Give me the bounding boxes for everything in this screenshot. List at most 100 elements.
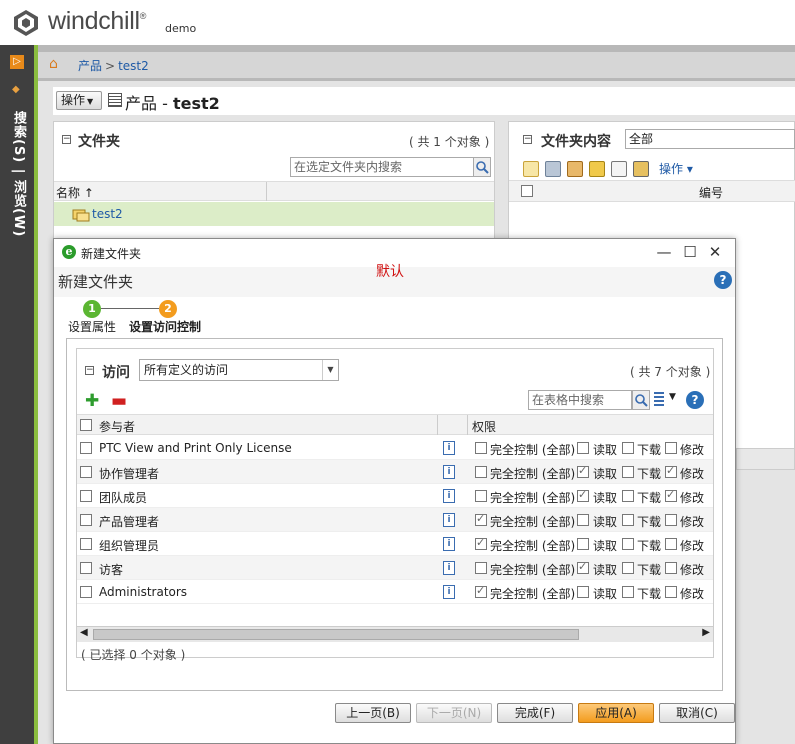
collapse-contents-icon[interactable]: − bbox=[523, 135, 532, 144]
row-checkbox[interactable] bbox=[80, 490, 92, 502]
scrollbar-thumb[interactable] bbox=[93, 629, 579, 640]
folder-search-button[interactable] bbox=[473, 157, 491, 177]
permission-checkbox[interactable] bbox=[622, 490, 634, 502]
permission-checkbox[interactable] bbox=[665, 586, 677, 598]
column-permissions[interactable]: 权限 bbox=[472, 418, 496, 435]
close-icon[interactable]: ✕ bbox=[705, 243, 725, 261]
permission-checkbox[interactable] bbox=[577, 442, 589, 454]
folder-row[interactable]: test2 bbox=[54, 202, 494, 226]
folder-search-input[interactable]: 在选定文件夹内搜索 bbox=[290, 157, 474, 177]
info-icon[interactable]: i bbox=[443, 441, 455, 455]
expand-navigator-icon[interactable]: ▷ bbox=[10, 55, 24, 69]
row-checkbox[interactable] bbox=[80, 562, 92, 574]
table-search-button[interactable] bbox=[632, 390, 650, 410]
permission-checkbox[interactable] bbox=[577, 514, 589, 526]
permission-checkbox[interactable] bbox=[622, 442, 634, 454]
step-2-label[interactable]: 设置访问控制 bbox=[129, 318, 201, 335]
remove-participant-icon[interactable]: ▬ bbox=[111, 391, 127, 411]
permission-checkbox[interactable] bbox=[622, 562, 634, 574]
column-name[interactable]: 名称 ↑ bbox=[56, 184, 94, 201]
step-1-label[interactable]: 设置属性 bbox=[68, 318, 116, 335]
permission-checkbox[interactable] bbox=[475, 584, 487, 598]
permission-checkbox[interactable] bbox=[665, 538, 677, 550]
access-row[interactable]: PTC View and Print Only License i 完全控制 (全部… bbox=[77, 436, 713, 460]
permission-checkbox[interactable] bbox=[622, 586, 634, 598]
permission-checkbox[interactable] bbox=[665, 562, 677, 574]
step-2-icon[interactable]: 2 bbox=[159, 300, 177, 318]
access-row[interactable]: 产品管理者 i 完全控制 (全部) 读取 下载 修改 bbox=[77, 508, 713, 532]
permission-checkbox[interactable] bbox=[475, 512, 487, 526]
permission-checkbox[interactable] bbox=[665, 442, 677, 454]
minimize-icon[interactable]: — bbox=[654, 243, 674, 261]
import-icon[interactable] bbox=[567, 160, 583, 177]
maximize-icon[interactable]: ☐ bbox=[680, 243, 700, 261]
step-1-icon[interactable]: 1 bbox=[83, 300, 101, 318]
view-options-dropdown-icon[interactable]: ▼ bbox=[669, 392, 676, 402]
horizontal-scrollbar[interactable]: ◀ ▶ bbox=[77, 626, 713, 642]
home-icon[interactable]: ⌂ bbox=[49, 56, 58, 72]
permission-checkbox[interactable] bbox=[622, 538, 634, 550]
next-button[interactable]: 下一页(N) bbox=[416, 703, 492, 723]
add-participant-icon[interactable]: ✚ bbox=[85, 391, 99, 411]
table-help-icon[interactable]: ? bbox=[686, 391, 704, 409]
access-row[interactable]: 团队成员 i 完全控制 (全部) 读取 下载 修改 bbox=[77, 484, 713, 508]
permission-checkbox[interactable] bbox=[475, 442, 487, 454]
settings-icon[interactable] bbox=[545, 160, 561, 177]
finish-button[interactable]: 完成(F) bbox=[497, 703, 573, 723]
info-icon[interactable]: i bbox=[443, 561, 455, 575]
previous-button[interactable]: 上一页(B) bbox=[335, 703, 411, 723]
permission-checkbox[interactable] bbox=[577, 538, 589, 550]
permission-checkbox[interactable] bbox=[665, 514, 677, 526]
row-checkbox[interactable] bbox=[80, 538, 92, 550]
folder-link[interactable]: test2 bbox=[92, 207, 123, 221]
column-participant[interactable]: 参与者 bbox=[99, 418, 135, 435]
permission-checkbox[interactable] bbox=[665, 464, 677, 478]
select-all-participants-checkbox[interactable] bbox=[80, 419, 92, 431]
permission-checkbox[interactable] bbox=[577, 586, 589, 598]
table-search-input[interactable]: 在表格中搜索 bbox=[528, 390, 632, 410]
collapse-access-icon[interactable]: − bbox=[85, 366, 94, 375]
apply-button[interactable]: 应用(A) bbox=[578, 703, 654, 723]
copy-icon[interactable] bbox=[611, 160, 627, 177]
contents-filter-select[interactable]: 全部 bbox=[625, 129, 795, 149]
select-all-checkbox[interactable] bbox=[521, 185, 533, 197]
scroll-right-icon[interactable]: ▶ bbox=[702, 627, 710, 638]
breadcrumb-link-test2[interactable]: test2 bbox=[118, 59, 149, 73]
info-icon[interactable]: i bbox=[443, 585, 455, 599]
row-checkbox[interactable] bbox=[80, 466, 92, 478]
row-checkbox[interactable] bbox=[80, 586, 92, 598]
new-folder-icon[interactable] bbox=[589, 160, 605, 177]
access-row[interactable]: 协作管理者 i 完全控制 (全部) 读取 下载 修改 bbox=[77, 460, 713, 484]
view-options-icon[interactable] bbox=[654, 392, 664, 408]
breadcrumb-link-products[interactable]: 产品 bbox=[78, 59, 102, 73]
permission-checkbox[interactable] bbox=[475, 466, 487, 478]
access-filter-select[interactable]: 所有定义的访问 ▼ bbox=[139, 359, 339, 381]
pin-icon[interactable]: ◆ bbox=[12, 84, 20, 95]
permission-checkbox[interactable] bbox=[475, 490, 487, 502]
row-checkbox[interactable] bbox=[80, 514, 92, 526]
contents-actions-menu[interactable]: 操作 ▾ bbox=[659, 160, 693, 177]
permission-checkbox[interactable] bbox=[577, 464, 589, 478]
info-icon[interactable]: i bbox=[443, 465, 455, 479]
info-icon[interactable]: i bbox=[443, 513, 455, 527]
info-icon[interactable]: i bbox=[443, 537, 455, 551]
info-icon[interactable]: i bbox=[443, 489, 455, 503]
column-number[interactable]: 编号 bbox=[699, 184, 723, 201]
permission-checkbox[interactable] bbox=[475, 536, 487, 550]
help-icon[interactable]: ? bbox=[714, 271, 732, 289]
permission-checkbox[interactable] bbox=[577, 560, 589, 574]
collapse-folders-icon[interactable]: − bbox=[62, 135, 71, 144]
row-checkbox[interactable] bbox=[80, 442, 92, 454]
scroll-left-icon[interactable]: ◀ bbox=[80, 627, 88, 638]
actions-menu-button[interactable]: 操作 ▼ bbox=[56, 91, 102, 110]
new-document-icon[interactable] bbox=[523, 160, 539, 177]
permission-checkbox[interactable] bbox=[665, 488, 677, 502]
permission-checkbox[interactable] bbox=[622, 514, 634, 526]
access-row[interactable]: Administrators i 完全控制 (全部) 读取 下载 修改 bbox=[77, 580, 713, 604]
navigator-tabs-label[interactable]: 搜索(S) | 浏览(W) bbox=[8, 111, 28, 237]
cancel-button[interactable]: 取消(C) bbox=[659, 703, 735, 723]
access-row[interactable]: 组织管理员 i 完全控制 (全部) 读取 下载 修改 bbox=[77, 532, 713, 556]
paste-icon[interactable] bbox=[633, 160, 649, 177]
permission-checkbox[interactable] bbox=[577, 488, 589, 502]
access-row[interactable]: 访客 i 完全控制 (全部) 读取 下载 修改 bbox=[77, 556, 713, 580]
